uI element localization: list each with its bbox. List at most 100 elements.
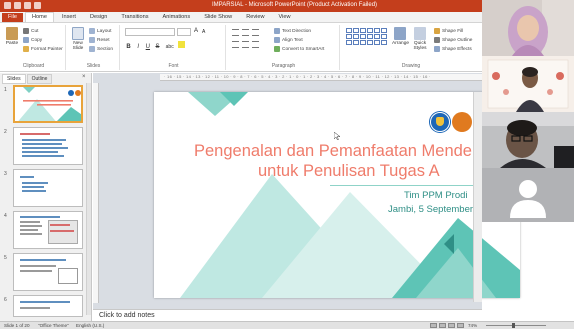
arrange-button[interactable]: Arrange [392, 27, 410, 46]
slide-title-line-1[interactable]: Pengenalan dan Pemanfaatan Mende [194, 142, 472, 161]
undo-icon[interactable] [14, 2, 21, 9]
reset-button[interactable]: Reset [89, 37, 110, 43]
reset-icon [89, 37, 95, 43]
layout-button[interactable]: Layout [89, 28, 111, 34]
numbering-icon[interactable] [242, 29, 249, 36]
reset-label: Reset [97, 37, 110, 43]
tab-home[interactable]: Home [25, 12, 54, 22]
reading-view-icon[interactable] [448, 323, 455, 328]
redo-icon[interactable] [24, 2, 31, 9]
shape-fill-label: Shape Fill [442, 28, 464, 34]
drawing-group: Arrange Quick Styles Shape Fill Shape Ou… [342, 25, 480, 70]
video-tile-3[interactable] [482, 112, 574, 168]
shape-effects-label: Shape Effects [442, 46, 472, 52]
language-indicator[interactable]: English (U.S.) [76, 323, 104, 328]
section-label: Section [97, 46, 113, 52]
thumbnail-preview [13, 253, 83, 291]
grow-font-button[interactable]: A [194, 28, 198, 34]
save-icon[interactable] [4, 2, 11, 9]
quick-access-toolbar [4, 2, 41, 9]
italic-button[interactable]: I [135, 44, 142, 51]
slide-number: 6 [4, 297, 7, 303]
shapes-gallery[interactable] [346, 28, 387, 45]
copy-button[interactable]: Copy [23, 37, 42, 43]
tab-slide-show[interactable]: Slide Show [198, 13, 238, 22]
zoom-level[interactable]: 74% [468, 323, 477, 328]
tab-insert[interactable]: Insert [56, 13, 82, 22]
font-color-icon[interactable] [178, 41, 186, 48]
text-direction-label: Text Direction [282, 28, 312, 34]
video-tile-4[interactable] [482, 168, 574, 222]
customize-toolbar-icon[interactable] [34, 2, 41, 9]
status-bar: Slide 1 of 20 "Office Theme" English (U.… [0, 321, 574, 329]
align-left-icon[interactable] [232, 41, 239, 48]
thumbnail-preview [13, 211, 83, 249]
tab-review[interactable]: Review [240, 13, 270, 22]
indent-icon[interactable] [252, 29, 259, 36]
format-painter-button[interactable]: Format Painter [23, 46, 63, 52]
bullets-icon[interactable] [232, 29, 239, 36]
tab-animations[interactable]: Animations [157, 13, 197, 22]
tab-outline[interactable]: Outline [26, 74, 53, 84]
tab-design[interactable]: Design [84, 13, 113, 22]
font-size-box[interactable] [177, 28, 191, 36]
section-button[interactable]: Section [89, 46, 113, 52]
shrink-font-button[interactable]: A [202, 29, 205, 35]
slide-scrollbar[interactable] [473, 92, 482, 302]
close-pane-icon[interactable]: × [82, 74, 86, 80]
slide-number: 2 [4, 129, 7, 135]
zoom-slider[interactable] [486, 325, 546, 326]
section-icon [89, 46, 95, 52]
video-tile-1[interactable] [482, 0, 574, 56]
tab-slides[interactable]: Slides [2, 74, 26, 84]
slide-subtitle-line-1[interactable]: Tim PPM Prodi [404, 190, 468, 201]
shape-effects-button[interactable]: Shape Effects [434, 46, 472, 52]
zoom-slider-thumb[interactable] [512, 323, 515, 328]
shape-fill-button[interactable]: Shape Fill [434, 28, 463, 34]
list-buttons [232, 29, 260, 36]
slide-number: 5 [4, 255, 7, 261]
arrange-label: Arrange [392, 41, 410, 46]
slides-pane-scrollbar[interactable] [86, 83, 91, 315]
underline-button[interactable]: U [144, 44, 151, 51]
paste-button[interactable]: Paste [4, 27, 20, 46]
smartart-button[interactable]: Convert to SmartArt [274, 46, 324, 52]
slides-pane: Slides Outline × 1 2 3 4 5 6 [0, 73, 92, 321]
slide-title-line-2[interactable]: untuk Penulisan Tugas A [258, 162, 440, 181]
strikethrough-button[interactable]: S [154, 44, 161, 51]
slideshow-icon[interactable] [457, 323, 464, 328]
quick-styles-button[interactable]: Quick Styles [412, 27, 428, 51]
shape-outline-button[interactable]: Shape Outline [434, 37, 472, 43]
align-center-icon[interactable] [242, 41, 249, 48]
paste-icon [6, 27, 18, 40]
tab-file[interactable]: File [2, 13, 24, 22]
normal-view-icon[interactable] [430, 323, 437, 328]
slide-number: 3 [4, 171, 7, 177]
slide-number: 1 [4, 87, 7, 93]
slides-group-label: Slides [86, 63, 101, 69]
tab-view[interactable]: View [273, 13, 297, 22]
university-logo [430, 112, 450, 132]
slide-number: 4 [4, 213, 7, 219]
new-slide-button[interactable]: New Slide [70, 27, 86, 51]
bold-button[interactable]: B [125, 44, 132, 51]
slide-canvas[interactable]: Pengenalan dan Pemanfaatan Mende untuk P… [154, 92, 520, 298]
vertical-ruler [93, 83, 99, 303]
drawing-group-label: Drawing [401, 63, 421, 69]
align-text-button[interactable]: Align Text [274, 37, 303, 43]
slide-sorter-icon[interactable] [439, 323, 446, 328]
notes-placeholder: Click to add notes [99, 312, 155, 319]
notes-pane[interactable]: Click to add notes [93, 309, 482, 321]
paint-bucket-icon [434, 28, 440, 34]
tab-transitions[interactable]: Transitions [115, 13, 154, 22]
shadow-button[interactable]: abc [164, 44, 176, 51]
font-name-box[interactable] [125, 28, 175, 36]
align-right-icon[interactable] [252, 41, 259, 48]
smartart-icon [274, 46, 280, 52]
video-tile-2[interactable] [482, 56, 574, 112]
text-direction-button[interactable]: Text Direction [274, 28, 311, 34]
cut-button[interactable]: Cut [23, 28, 38, 34]
slide-counter: Slide 1 of 20 [4, 323, 30, 328]
quick-styles-icon [414, 27, 426, 40]
slide-subtitle-line-2[interactable]: Jambi, 5 September [388, 204, 473, 215]
